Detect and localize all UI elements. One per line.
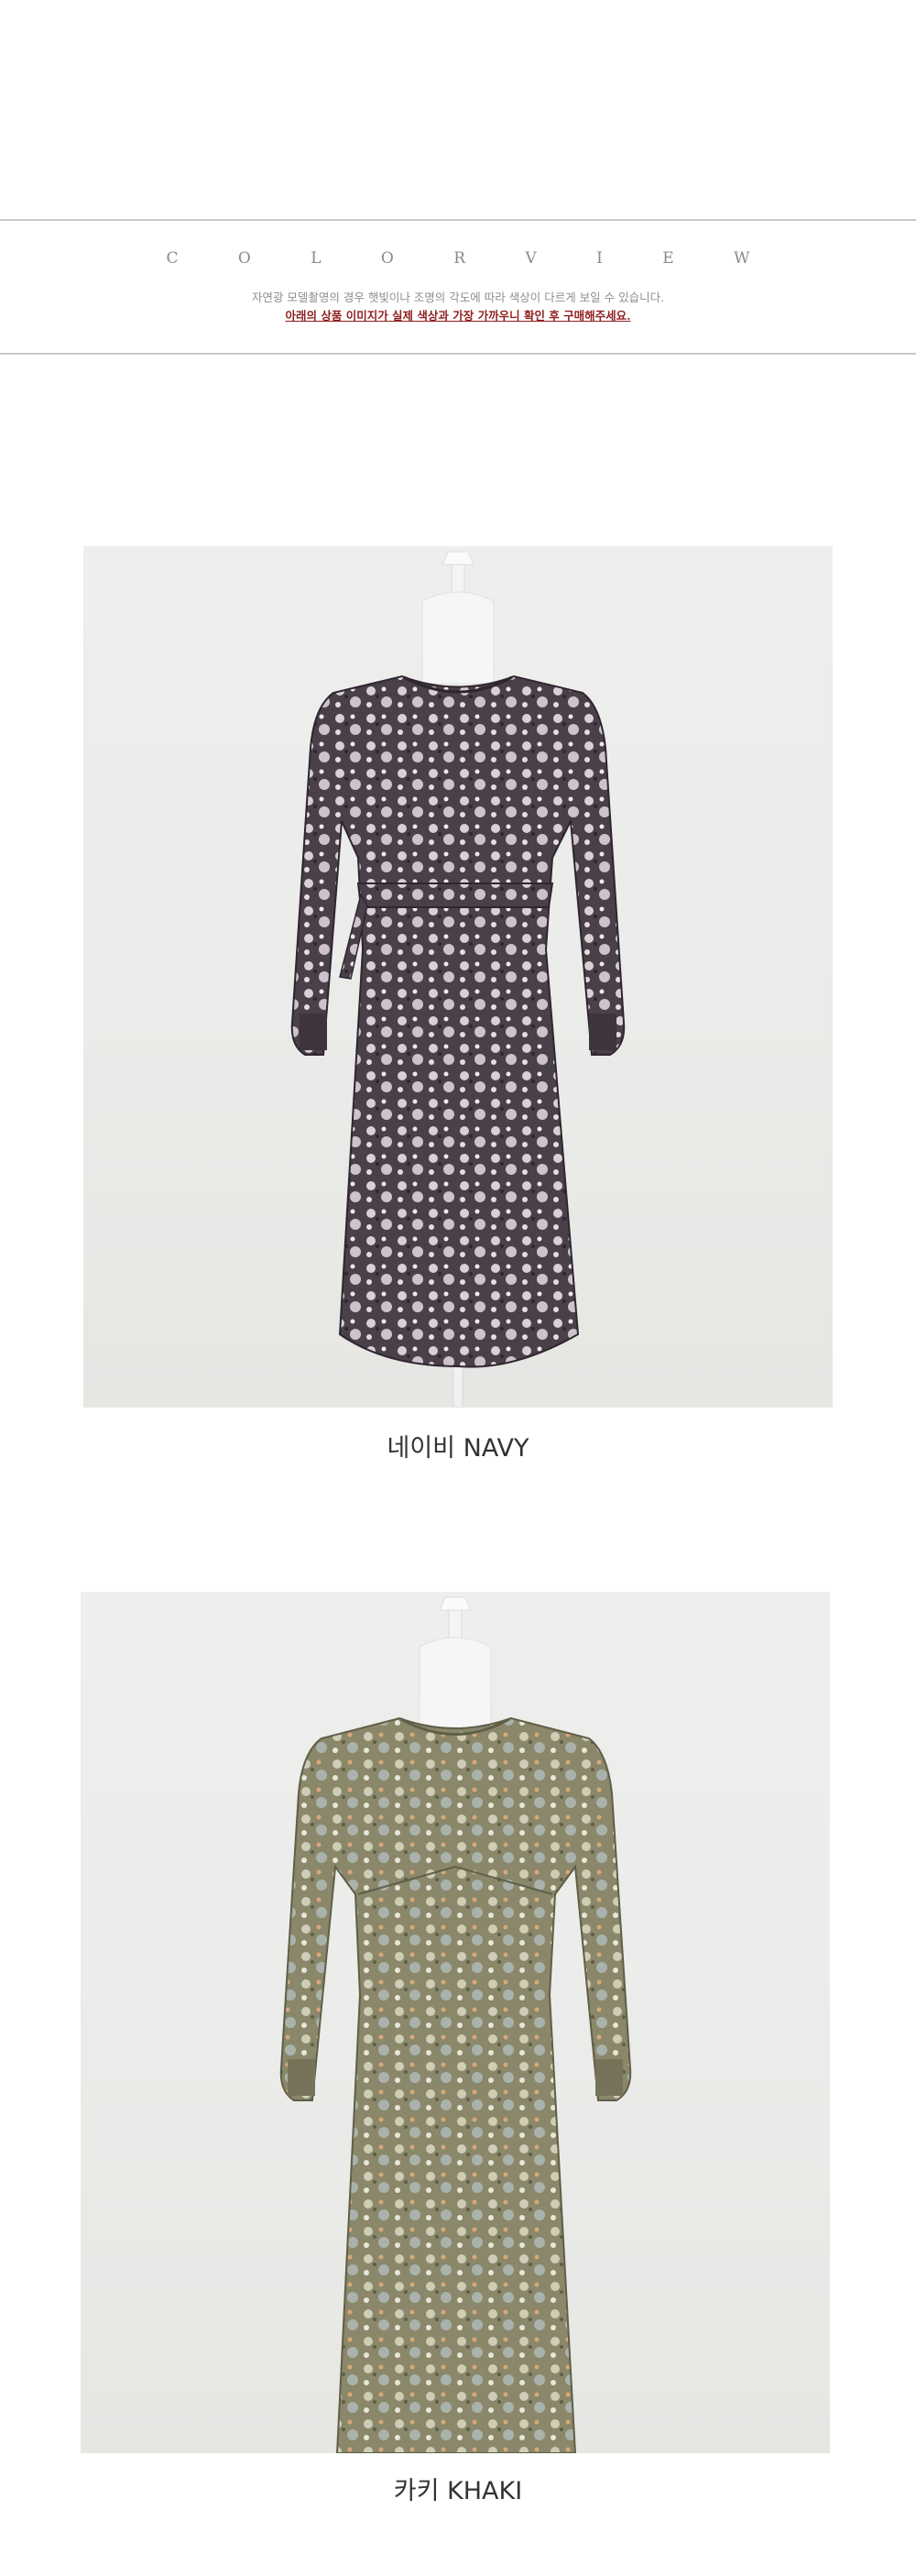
color-view-title: C O L O R V I E W xyxy=(166,249,778,268)
khaki-dress-illustration xyxy=(279,1596,632,2453)
color-notice-highlight: 아래의 상품 이미지가 실제 색상과 가장 가까우니 확인 후 구매해주세요. xyxy=(285,309,631,323)
color-notice-text: 자연광 모델촬영의 경우 햇빛이나 조명의 각도에 따라 색상이 다르게 보일 … xyxy=(251,290,665,304)
product-caption-navy: 네이비 NAVY xyxy=(387,1434,529,1463)
product-caption-khaki: 카키 KHAKI xyxy=(393,2477,523,2505)
bottom-divider xyxy=(0,353,916,355)
top-divider xyxy=(0,219,916,221)
navy-dress-illustration xyxy=(290,551,626,1408)
product-photo-khaki xyxy=(81,1592,830,2453)
product-photo-navy xyxy=(83,546,833,1408)
